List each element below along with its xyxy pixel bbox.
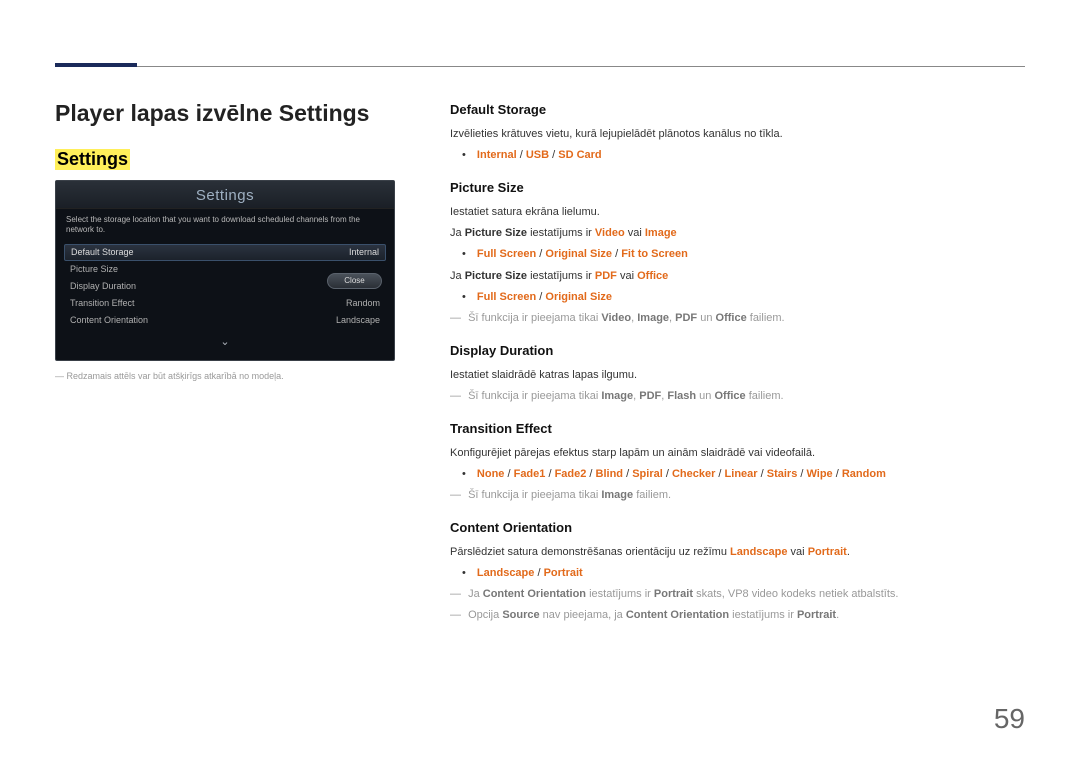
page-number: 59 (994, 703, 1025, 735)
heading-default-storage: Default Storage (450, 100, 1025, 120)
options-picture-size-1: Full Screen / Original Size / Fit to Scr… (462, 246, 1025, 263)
desc-picture-size: Iestatiet satura ekrāna lielumu. (450, 204, 1025, 221)
heading-transition-effect: Transition Effect (450, 419, 1025, 439)
header-accent (55, 63, 137, 67)
heading-picture-size: Picture Size (450, 178, 1025, 198)
settings-panel: Settings Select the storage location tha… (55, 180, 395, 361)
left-column: Player lapas izvēlne Settings Settings S… (55, 100, 415, 381)
cond-picture-size-2: Ja Picture Size iestatījums ir PDF vai O… (450, 268, 1025, 285)
desc-display-duration: Iestatiet slaidrādē katras lapas ilgumu. (450, 367, 1025, 384)
note-picture-size: Šī funkcija ir pieejama tikai Video, Ima… (450, 310, 1025, 327)
row-label: Default Storage (71, 247, 134, 257)
row-content-orientation[interactable]: Content Orientation Landscape (64, 312, 386, 329)
options-transition-effect: None / Fade1 / Fade2 / Blind / Spiral / … (462, 466, 1025, 483)
row-transition-effect[interactable]: Transition Effect Random (64, 295, 386, 312)
image-disclaimer: Redzamais attēls var būt atšķirīgs atkar… (55, 371, 415, 381)
options-picture-size-2: Full Screen / Original Size (462, 289, 1025, 306)
note-display-duration: Šī funkcija ir pieejama tikai Image, PDF… (450, 388, 1025, 405)
note-content-orientation-2: Opcija Source nav pieejama, ja Content O… (450, 607, 1025, 624)
row-default-storage[interactable]: Default Storage Internal (64, 244, 386, 261)
right-column: Default Storage Izvēlieties krātuves vie… (450, 100, 1025, 629)
panel-description: Select the storage location that you wan… (56, 209, 394, 244)
desc-content-orientation: Pārslēdziet satura demonstrēšanas orient… (450, 544, 1025, 561)
panel-title: Settings (56, 181, 394, 209)
heading-display-duration: Display Duration (450, 341, 1025, 361)
cond-picture-size-1: Ja Picture Size iestatījums ir Video vai… (450, 225, 1025, 242)
desc-transition-effect: Konfigurējiet pārejas efektus starp lapā… (450, 445, 1025, 462)
row-label: Picture Size (70, 264, 118, 274)
settings-highlight: Settings (55, 149, 130, 170)
close-button[interactable]: Close (327, 273, 382, 289)
row-value: Random (346, 298, 380, 308)
options-default-storage: Internal / USB / SD Card (462, 147, 1025, 164)
options-content-orientation: Landscape / Portrait (462, 565, 1025, 582)
row-value: Internal (349, 247, 379, 257)
note-transition-effect: Šī funkcija ir pieejama tikai Image fail… (450, 487, 1025, 504)
heading-content-orientation: Content Orientation (450, 518, 1025, 538)
page-title: Player lapas izvēlne Settings (55, 100, 415, 127)
header-rule (55, 66, 1025, 67)
desc-default-storage: Izvēlieties krātuves vietu, kurā lejupie… (450, 126, 1025, 143)
note-content-orientation-1: Ja Content Orientation iestatījums ir Po… (450, 586, 1025, 603)
row-label: Content Orientation (70, 315, 148, 325)
row-value: Landscape (336, 315, 380, 325)
chevron-down-icon[interactable]: ⌄ (56, 335, 394, 348)
row-label: Transition Effect (70, 298, 135, 308)
row-label: Display Duration (70, 281, 136, 291)
